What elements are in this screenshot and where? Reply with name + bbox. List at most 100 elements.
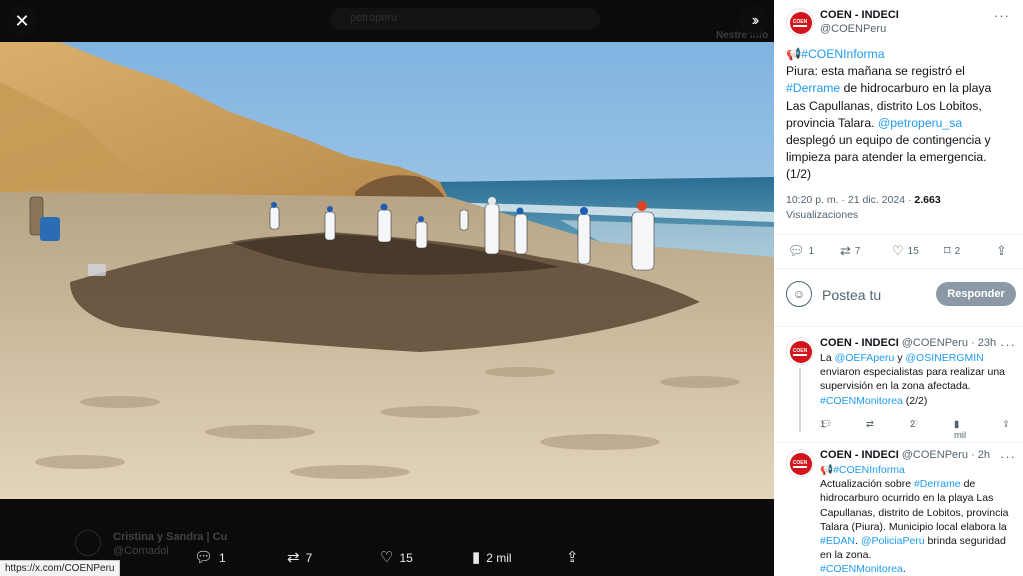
reply-views-count: 1 mil xyxy=(954,419,967,441)
reply-views-button[interactable]: ▮ 1 mil xyxy=(954,419,966,441)
more-options-icon[interactable]: ··· xyxy=(994,8,1010,23)
reply-like-count: 2 xyxy=(910,419,916,430)
hashtag-derrame[interactable]: #Derrame xyxy=(914,478,961,490)
mention-osinergmin[interactable]: @OSINERGMIN xyxy=(905,352,983,364)
ghost-search-text: petroperu xyxy=(350,12,398,24)
reply-submit-button[interactable]: Responder xyxy=(936,282,1016,306)
reply-text-part: . xyxy=(902,563,906,576)
reply-icon: 💬︎ xyxy=(788,243,805,258)
reply-composer: ☺ Postea tu Responder xyxy=(786,280,1016,310)
reply-input[interactable]: Postea tu xyxy=(822,287,881,303)
retweet-icon: ⇄ xyxy=(287,549,300,566)
tweet-views: 2.663 xyxy=(914,194,941,206)
divider xyxy=(774,234,1023,235)
reply-handle-time[interactable]: @COENPeru · 23h xyxy=(902,337,996,349)
browser-status-url: https://x.com/COENPeru xyxy=(0,560,121,576)
tweet-stats-bar: 💬︎ 1 ⇄ 7 ♡ 15 ⌑ 2 ⇪ xyxy=(788,243,1012,259)
tweet-photo[interactable] xyxy=(0,42,774,499)
divider xyxy=(774,326,1023,327)
close-viewer-button[interactable]: ✕ xyxy=(7,6,37,36)
beach-cleanup-photo xyxy=(0,42,774,499)
reply-text-part: La xyxy=(820,352,835,364)
avatar[interactable]: COEN xyxy=(786,449,814,477)
reply-text-part: Actualización sobre xyxy=(820,478,914,491)
reply-text-part: y xyxy=(894,352,906,364)
bookmark-button[interactable]: ⌑ 2 xyxy=(944,243,960,259)
share-icon: ⇪ xyxy=(996,243,1007,258)
expand-panel-button[interactable]: ›› xyxy=(739,6,769,36)
reply-button[interactable]: 💬︎ 1 xyxy=(788,243,814,259)
share-icon: ⇪ xyxy=(566,549,579,566)
more-options-icon[interactable]: ··· xyxy=(1000,337,1016,352)
mention-policiaperu[interactable]: @PoliciaPeru xyxy=(861,535,925,547)
reply-count: 1 xyxy=(808,245,815,257)
hashtag-edan[interactable]: #EDAN xyxy=(820,535,855,547)
avatar[interactable]: COEN xyxy=(786,8,814,36)
author-handle[interactable]: @COENPeru xyxy=(820,23,886,35)
app-root: petroperu Nestre Info ✕ ›› Cristina y Sa… xyxy=(0,0,1023,576)
like-button[interactable]: ♡ 15 xyxy=(892,243,919,259)
media-reply-count: 1 xyxy=(219,550,226,565)
reply-header: COEN - INDECI @COENPeru · 2h xyxy=(820,449,1016,461)
views-label: Visualizaciones xyxy=(786,209,859,221)
media-retweet-button[interactable]: ⇄ 7 xyxy=(287,550,312,565)
thread-line xyxy=(799,368,801,432)
reply-text: 📢#COENInforma Actualización sobre #Derra… xyxy=(820,463,1016,576)
close-icon: ✕ xyxy=(14,10,30,31)
avatar[interactable]: COEN xyxy=(786,337,814,365)
hashtag-coenmonitorea[interactable]: #COENMonitorea xyxy=(820,395,903,407)
retweet-count: 7 xyxy=(854,245,861,257)
hashtag-coeninforma[interactable]: 📢#COENInforma xyxy=(820,464,905,476)
chevron-double-right-icon: ›› xyxy=(751,12,759,29)
tweet-panel: COEN COEN - INDECI @COENPeru ··· 📢#COENI… xyxy=(774,0,1023,576)
reply-author-name[interactable]: COEN - INDECI xyxy=(820,449,899,461)
divider xyxy=(774,268,1023,269)
mention-oefaperu[interactable]: @OEFAperu xyxy=(835,352,895,364)
reply-header: COEN - INDECI @COENPeru · 23h xyxy=(820,337,1016,349)
media-views-count: 2 mil xyxy=(486,550,512,565)
media-views-button[interactable]: ▮ 2 mil xyxy=(472,550,512,565)
author-name[interactable]: COEN - INDECI xyxy=(820,9,899,21)
more-options-icon[interactable]: ··· xyxy=(1000,449,1016,464)
reply-share-button[interactable]: ⇪ xyxy=(1002,419,1010,430)
bookmark-icon: ⌑ xyxy=(944,243,951,258)
hashtag-coeninforma[interactable]: 📢#COENInforma xyxy=(786,47,884,61)
hashtag-derrame[interactable]: #Derrame xyxy=(786,81,840,95)
reply-text-part: (2/2) xyxy=(902,394,928,407)
reply-retweet-button[interactable]: ⇄ xyxy=(866,419,874,430)
reply-handle-time[interactable]: @COENPeru · 2h xyxy=(902,449,990,461)
reply-author-name[interactable]: COEN - INDECI xyxy=(820,337,899,349)
media-like-count: 15 xyxy=(399,550,413,565)
reply-actions: 💬︎ 1 ⇄ ♡ 2 ▮ 1 mil ⇪ xyxy=(820,419,1016,441)
reply-reply-button[interactable]: 💬︎ 1 xyxy=(820,419,832,430)
tweet-timestamp[interactable]: 10:20 p. m. · 21 dic. 2024 · xyxy=(786,194,914,206)
reply-text-part: enviaron especialistas para realizar una… xyxy=(820,366,1006,393)
share-button[interactable]: ⇪ xyxy=(996,243,1007,259)
reply-post-1[interactable]: COEN COEN - INDECI @COENPeru · 23h ··· L… xyxy=(786,337,1016,441)
like-count: 15 xyxy=(907,245,919,257)
media-reply-button[interactable]: 💬︎ 1 xyxy=(194,550,226,565)
hashtag-coenmonitorea[interactable]: #COENMonitorea xyxy=(820,563,903,575)
media-share-button[interactable]: ⇪ xyxy=(566,550,579,565)
tweet-text-part: Piura: esta mañana se registró el xyxy=(786,64,965,79)
bar-chart-icon: ▮ xyxy=(472,549,481,566)
tweet-header: COEN COEN - INDECI @COENPeru ··· xyxy=(786,8,1016,40)
tweet-meta: 10:20 p. m. · 21 dic. 2024 · 2.663 Visua… xyxy=(786,193,1012,223)
reply-like-button[interactable]: ♡ 2 xyxy=(910,419,919,430)
media-viewer: petroperu Nestre Info ✕ ›› Cristina y Sa… xyxy=(0,0,774,576)
user-avatar-icon: ☺ xyxy=(786,281,812,307)
media-retweet-count: 7 xyxy=(305,550,313,565)
heart-icon: ♡ xyxy=(892,243,904,258)
retweet-button[interactable]: ⇄ 7 xyxy=(840,243,860,259)
divider xyxy=(774,442,1023,443)
media-like-button[interactable]: ♡ 15 xyxy=(380,550,413,565)
reply-icon: 💬︎ xyxy=(194,549,214,566)
mention-petroperu[interactable]: @petroperu_sa xyxy=(878,116,962,130)
reply-reply-count: 1 xyxy=(820,419,826,430)
tweet-text-part: desplegó un equipo de contingencia y lim… xyxy=(786,133,991,182)
reply-text: La @OEFAperu y @OSINERGMIN enviaron espe… xyxy=(820,351,1016,408)
heart-icon: ♡ xyxy=(380,549,394,566)
retweet-icon: ⇄ xyxy=(840,243,851,258)
bookmark-count: 2 xyxy=(954,245,961,257)
reply-post-2[interactable]: COEN COEN - INDECI @COENPeru · 2h ··· 📢#… xyxy=(786,449,1016,576)
